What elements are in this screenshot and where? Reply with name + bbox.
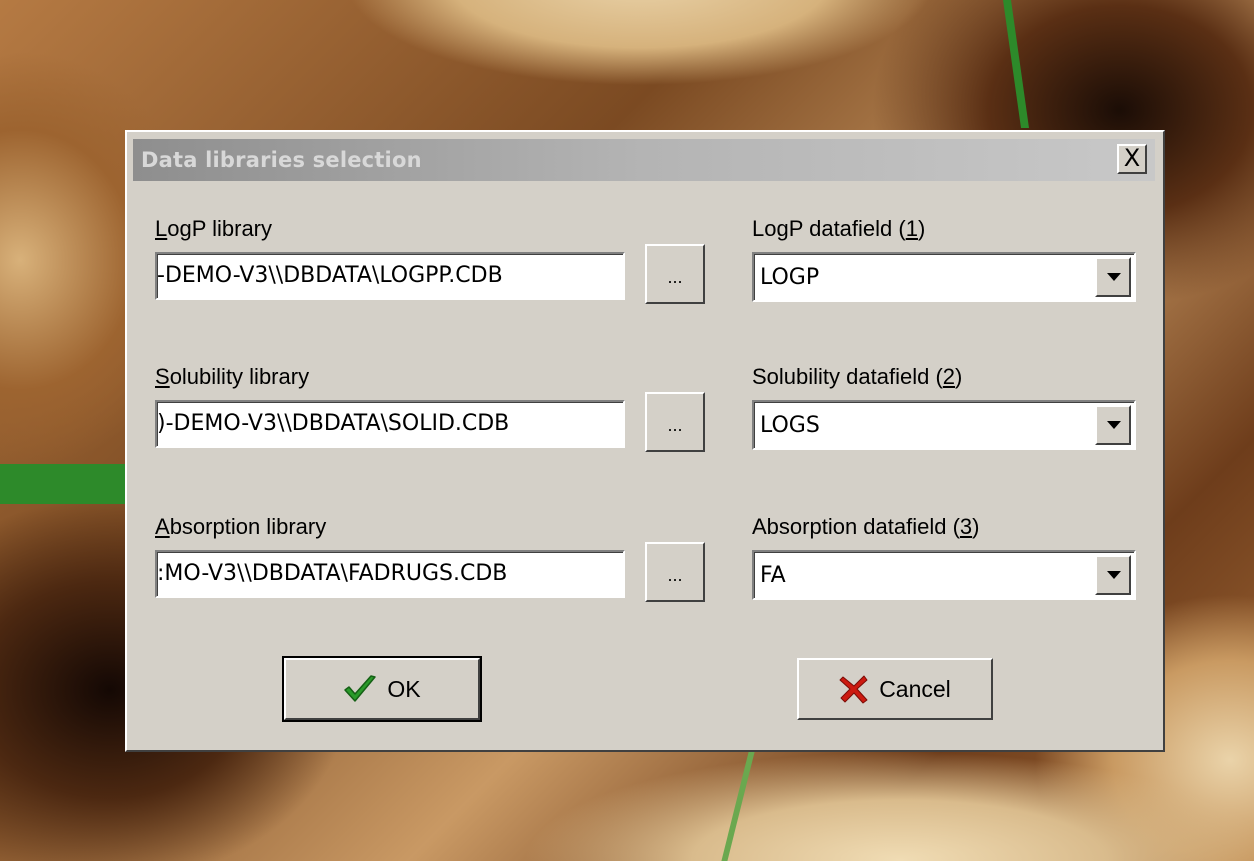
absorption-library-label-rest: bsorption library — [169, 514, 327, 539]
red-x-icon — [839, 675, 868, 704]
background-green-line — [721, 752, 755, 861]
dialog-title: Data libraries selection — [141, 148, 422, 172]
access-key: 1 — [905, 216, 918, 241]
logp-datafield-label: LogP datafield (1) — [752, 216, 925, 242]
absorption-library-browse-button[interactable]: ... — [645, 542, 705, 602]
absorption-library-label: Absorption library — [155, 514, 326, 540]
browse-ellipsis: ... — [667, 415, 683, 435]
green-checkmark-icon — [344, 675, 377, 702]
dropdown-arrow-icon[interactable] — [1095, 555, 1131, 595]
ok-label: OK — [387, 675, 421, 702]
logp-library-label-rest: ogP library — [167, 216, 273, 241]
solubility-library-access-key: S — [155, 364, 170, 389]
absorption-library-access-key: A — [155, 514, 170, 539]
dropdown-arrow-icon[interactable] — [1095, 257, 1131, 297]
background-green-line — [1003, 0, 1029, 128]
absorption-datafield-label-text: Absorption datafield (3) — [752, 514, 980, 539]
close-icon: X — [1123, 144, 1141, 172]
solubility-datafield-label: Solubility datafield (2) — [752, 364, 962, 390]
logp-datafield-select[interactable]: LOGP — [752, 252, 1136, 302]
access-key: 2 — [942, 364, 956, 389]
access-key: 3 — [959, 514, 973, 539]
logp-library-access-key: L — [155, 216, 168, 241]
absorption-datafield-label: Absorption datafield (3) — [752, 514, 979, 540]
ok-button[interactable]: OK — [282, 656, 482, 722]
logp-library-browse-button[interactable]: ... — [645, 244, 705, 304]
absorption-library-path-input[interactable]: :MO-V3\\DBDATA\FADRUGS.CDB — [155, 550, 625, 598]
browse-ellipsis: ... — [667, 267, 683, 287]
cancel-button[interactable]: Cancel — [797, 658, 993, 720]
solubility-library-label-rest: olubility library — [169, 364, 310, 389]
solubility-datafield-value: LOGS — [760, 413, 820, 438]
logp-datafield-value: LOGP — [760, 265, 820, 290]
solubility-datafield-select[interactable]: LOGS — [752, 400, 1136, 450]
logp-library-path-input[interactable]: -DEMO-V3\\DBDATA\LOGPP.CDB — [155, 252, 625, 300]
absorption-datafield-select[interactable]: FA — [752, 550, 1136, 600]
absorption-library-path: :MO-V3\\DBDATA\FADRUGS.CDB — [157, 561, 508, 586]
close-button[interactable]: X — [1117, 144, 1147, 174]
solubility-datafield-label-text: Solubility datafield (2) — [752, 364, 963, 389]
absorption-datafield-value: FA — [760, 563, 786, 588]
background-green-stripe — [0, 464, 125, 504]
browse-ellipsis: ... — [667, 565, 683, 585]
title-bar[interactable]: Data libraries selection X — [133, 139, 1155, 181]
solubility-library-label: Solubility library — [155, 364, 309, 390]
solubility-library-browse-button[interactable]: ... — [645, 392, 705, 452]
data-libraries-dialog: Data libraries selection X LogP library … — [125, 130, 1165, 752]
cancel-label: Cancel — [879, 675, 951, 702]
dropdown-arrow-icon[interactable] — [1095, 405, 1131, 445]
logp-library-path: -DEMO-V3\\DBDATA\LOGPP.CDB — [157, 263, 503, 288]
logp-datafield-label-text: LogP datafield (1) — [752, 216, 926, 241]
solubility-library-path-input[interactable]: )-DEMO-V3\\DBDATA\SOLID.CDB — [155, 400, 625, 448]
logp-library-label: LogP library — [155, 216, 272, 242]
solubility-library-path: )-DEMO-V3\\DBDATA\SOLID.CDB — [157, 411, 510, 436]
